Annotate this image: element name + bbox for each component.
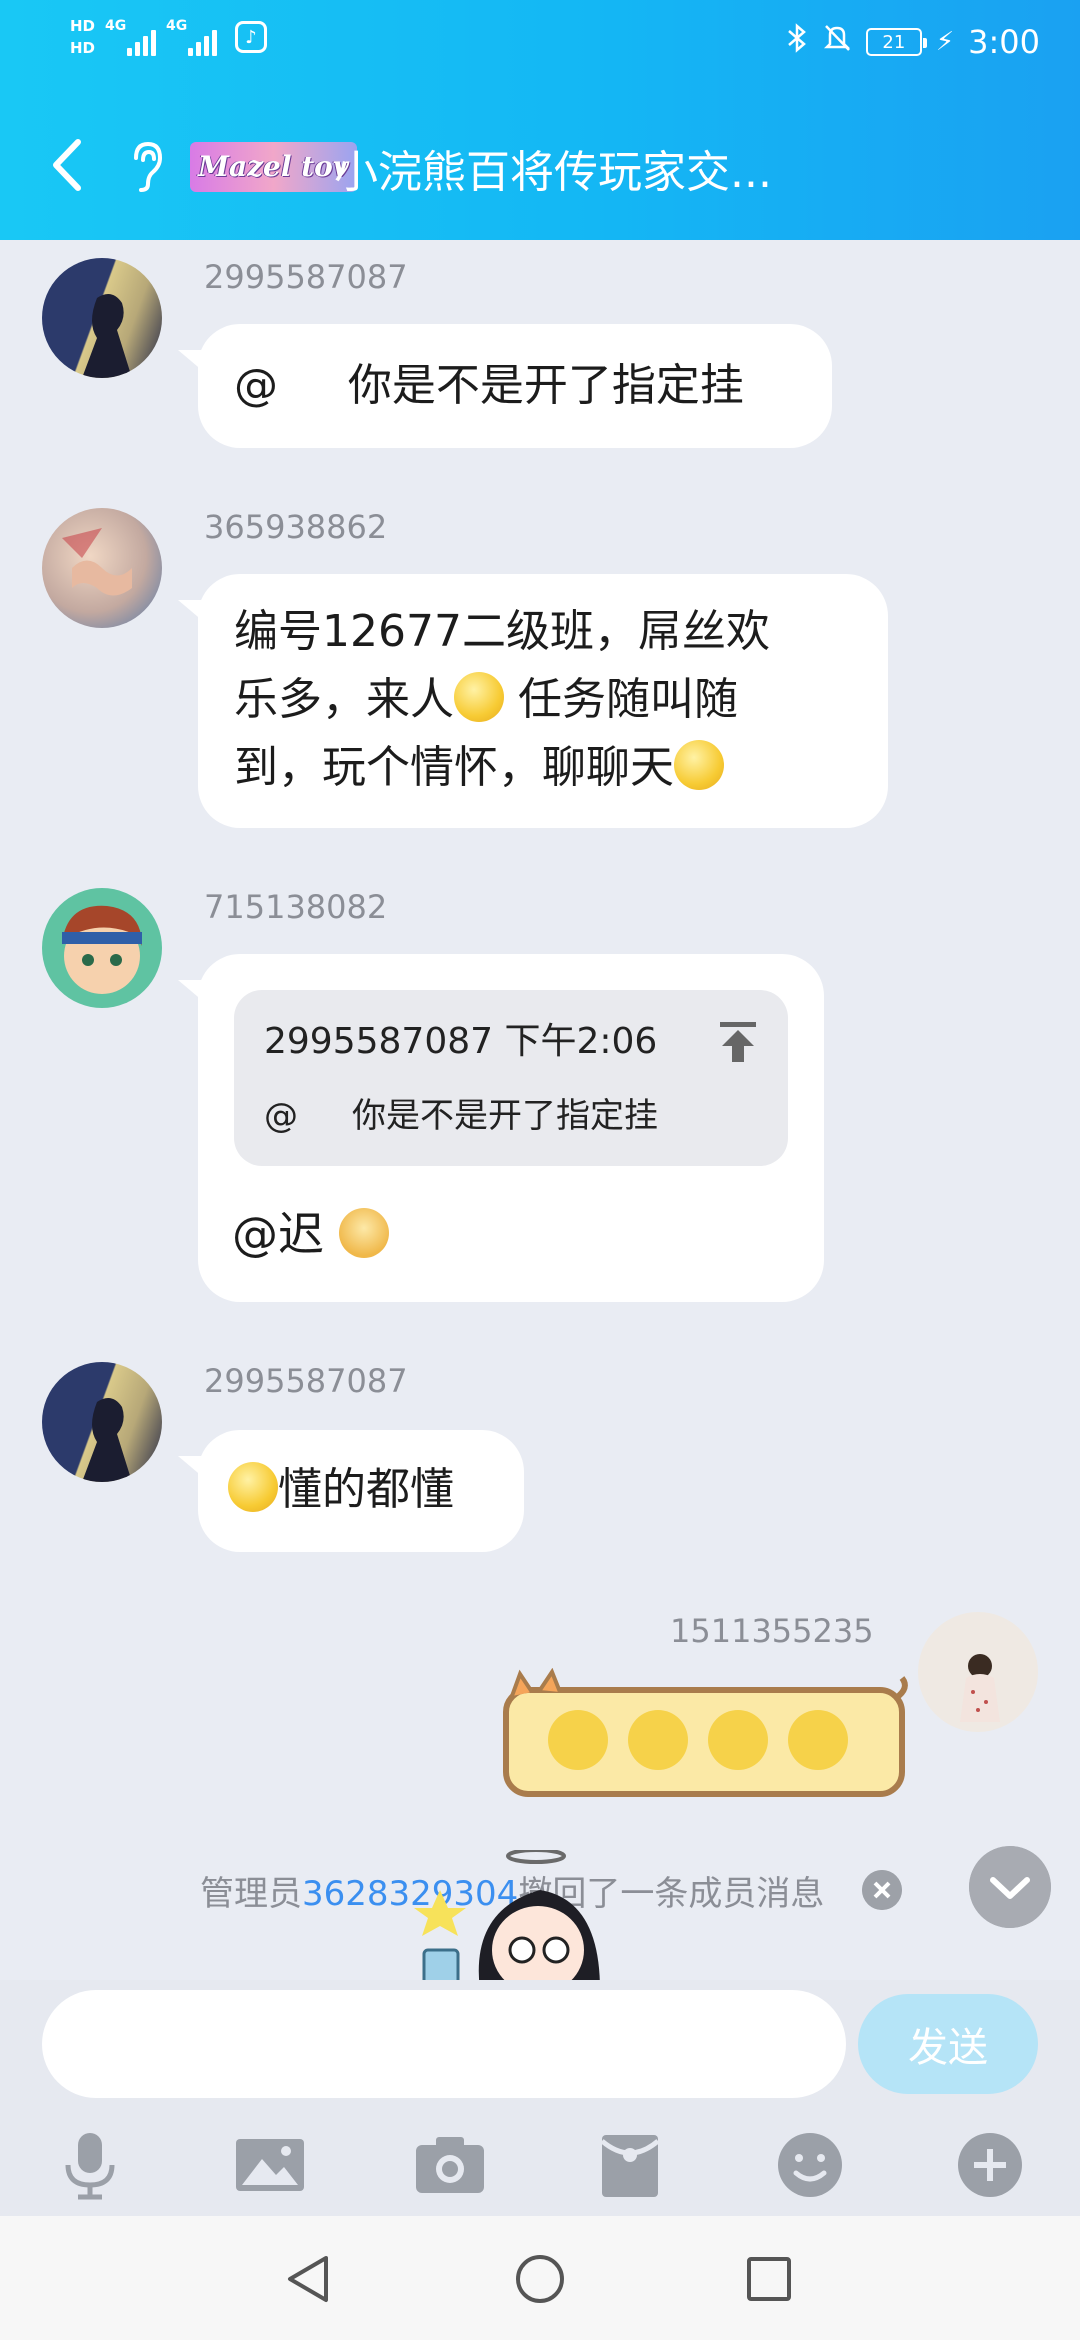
back-arrow-icon[interactable] xyxy=(44,130,94,200)
message-text: 到，玩个情怀，聊聊天 xyxy=(234,742,674,793)
quoted-message[interactable]: 2995587087 下午2:06 @ 你是不是开了指定挂 xyxy=(234,990,788,1166)
notice-prefix: 管理员 xyxy=(200,1874,302,1914)
message-input[interactable] xyxy=(42,1990,846,2098)
message-bubble[interactable]: 编号12677二级班，屌丝欢 乐多，来人 任务随叫随 到，玩个情怀，聊聊天 xyxy=(178,574,888,828)
message-line: 乐多，来人 任务随叫随 xyxy=(234,666,852,734)
sender-id[interactable]: 2995587087 xyxy=(204,1362,408,1400)
red-packet-icon[interactable] xyxy=(590,2125,670,2205)
camera-icon[interactable] xyxy=(410,2125,490,2205)
reply-text-row: @迟 xyxy=(232,1198,389,1264)
app-header: HD HD 4G 4G ♪ 21 ⚡ 3:00 Mazel tov 小浣熊百将传… xyxy=(0,0,1080,240)
avatar[interactable] xyxy=(42,1362,162,1482)
emoji-icon[interactable] xyxy=(770,2125,850,2205)
tongue-out-emoji xyxy=(674,740,724,790)
network-label-1: 4G xyxy=(105,18,127,34)
avatar[interactable] xyxy=(42,508,162,628)
mute-bell-icon xyxy=(822,22,852,62)
message-text: 懂的都懂 xyxy=(278,1464,454,1515)
network-label-2: 4G xyxy=(166,18,188,34)
message-text: 乐多，来人 xyxy=(234,674,454,725)
ear-mode-icon[interactable] xyxy=(126,138,166,194)
signal-icon-2: 4G xyxy=(166,18,218,56)
message-text: 任务随叫随 xyxy=(518,674,738,725)
group-badge: Mazel tov xyxy=(190,142,358,192)
chat-title[interactable]: 小浣熊百将传玩家交... xyxy=(334,136,772,200)
close-icon[interactable] xyxy=(862,1870,902,1910)
avatar[interactable] xyxy=(42,888,162,1008)
kissing-face-emoji xyxy=(454,672,504,722)
jump-to-message-icon[interactable] xyxy=(718,1020,758,1064)
sender-id[interactable]: 715138082 xyxy=(204,888,387,926)
bluetooth-icon xyxy=(786,22,808,62)
avatar[interactable] xyxy=(42,258,162,378)
quote-body: @ 你是不是开了指定挂 xyxy=(264,1096,659,1136)
pensive-face-emoji xyxy=(228,1462,278,1512)
doge-emoji xyxy=(338,1208,389,1258)
recents-square-icon[interactable] xyxy=(734,2244,804,2314)
charging-icon: ⚡ xyxy=(935,27,955,57)
clock: 3:00 xyxy=(968,23,1040,61)
title-row: Mazel tov 小浣熊百将传玩家交... xyxy=(0,120,1080,210)
signal-icon-1: 4G xyxy=(105,18,157,56)
sender-id[interactable]: 365938862 xyxy=(204,508,387,546)
input-area: 发送 xyxy=(0,1980,1080,2216)
sender-id[interactable]: 2995587087 xyxy=(204,258,408,296)
plus-icon[interactable] xyxy=(950,2125,1030,2205)
system-nav-bar xyxy=(0,2216,1080,2340)
avatar[interactable] xyxy=(918,1612,1038,1732)
image-icon[interactable] xyxy=(230,2125,310,2205)
message-bubble[interactable]: @ 你是不是开了指定挂 xyxy=(178,324,832,448)
hd-label-1: HD xyxy=(70,17,96,35)
hd-indicators: HD HD xyxy=(70,18,95,56)
message-line: 编号12677二级班，屌丝欢 xyxy=(234,606,770,657)
music-notification-icon: ♪ xyxy=(235,21,268,53)
reply-text: @迟 xyxy=(232,1207,324,1261)
status-right: 21 ⚡ 3:00 xyxy=(786,22,1040,62)
back-triangle-icon[interactable] xyxy=(274,2244,344,2314)
sender-id[interactable]: 1511355235 xyxy=(670,1612,874,1650)
hd-label-2: HD xyxy=(70,39,96,57)
microphone-icon[interactable] xyxy=(50,2125,130,2205)
status-left: HD HD 4G 4G ♪ xyxy=(70,18,268,56)
quote-header: 2995587087 下午2:06 xyxy=(264,1021,658,1062)
message-line: 到，玩个情怀，聊聊天 xyxy=(234,734,852,802)
battery-icon: 21 xyxy=(865,28,927,56)
cat-sticker[interactable] xyxy=(500,1668,910,1808)
status-bar: HD HD 4G 4G ♪ 21 ⚡ 3:00 xyxy=(0,0,1080,90)
anime-girl-sticker xyxy=(414,1850,600,1990)
send-button[interactable]: 发送 xyxy=(858,1994,1038,2094)
home-circle-icon[interactable] xyxy=(505,2244,575,2314)
message-bubble[interactable]: 懂的都懂 xyxy=(178,1430,524,1552)
scroll-to-bottom-icon[interactable] xyxy=(969,1846,1051,1928)
